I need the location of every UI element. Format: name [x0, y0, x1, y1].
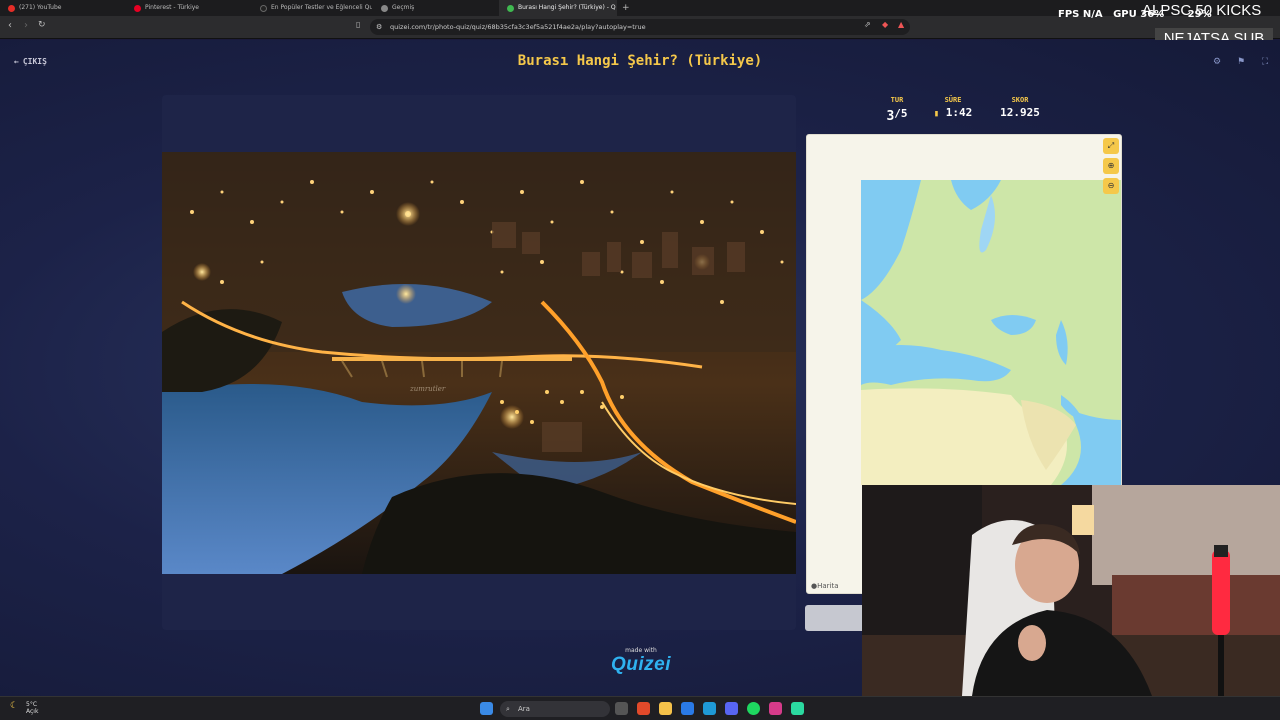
windows-taskbar: ☾ 5°C Açık ⌕ Ara — [0, 696, 1280, 720]
score-counter: SKOR 12.925 — [1000, 96, 1040, 119]
app-icon[interactable] — [791, 702, 804, 715]
spotify-icon[interactable] — [747, 702, 760, 715]
fullscreen-icon[interactable]: ⛶ — [1256, 54, 1274, 70]
bookmark-icon[interactable]: ▯ — [356, 20, 360, 29]
timer-icon: ▮ — [933, 109, 940, 119]
url-text: quizei.com/tr/photo-quiz/quiz/68b35cfa3c… — [390, 23, 646, 31]
quizei-icon — [507, 4, 514, 12]
arrow-left-icon: ← — [14, 57, 19, 66]
brave-shield-icon[interactable]: ◆ — [882, 20, 888, 29]
exit-button[interactable]: ← ÇIKIŞ — [14, 57, 47, 66]
time-counter: SÜRE ▮ 1:42 — [933, 96, 973, 119]
youtube-icon — [8, 4, 15, 12]
map-view[interactable] — [861, 180, 1121, 485]
round-counter: TUR 3/5 — [886, 96, 908, 124]
share-icon[interactable]: ⇗ — [864, 20, 871, 29]
pinterest-icon — [134, 4, 141, 12]
weather-widget[interactable]: ☾ 5°C Açık — [10, 701, 38, 715]
webcam-feed — [862, 485, 1280, 696]
start-icon[interactable] — [480, 702, 493, 715]
telegram-icon[interactable] — [703, 702, 716, 715]
moon-icon: ☾ — [10, 701, 19, 711]
reload-icon[interactable]: ↻ — [38, 20, 46, 30]
photo-watermark: zumrutler — [409, 385, 446, 393]
zoom-out-icon[interactable]: ⊖ — [1103, 178, 1119, 194]
quizei-logo: Quizei — [610, 654, 671, 675]
file-explorer-icon[interactable] — [659, 702, 672, 715]
tab-history[interactable]: Geçmiş — [373, 0, 498, 16]
photo-panel: zumrutler — [162, 95, 796, 630]
taskbar-search[interactable]: ⌕ Ara — [500, 701, 610, 717]
kicks-overlay: ALPSC 50 KICKS — [1142, 2, 1262, 19]
made-with-quizei[interactable]: made with Quizei — [600, 647, 682, 676]
brave-rewards-icon[interactable]: ▲ — [898, 20, 904, 29]
page-title: Burası Hangi Şehir? (Türkiye) — [517, 53, 763, 69]
back-icon[interactable]: ‹ — [8, 20, 12, 31]
address-bar[interactable]: ⚙ quizei.com/tr/photo-quiz/quiz/68b35cfa… — [370, 19, 910, 35]
expand-map-icon[interactable]: ⤢ — [1103, 138, 1119, 154]
tab-youtube[interactable]: (271) YouTube — [0, 0, 125, 16]
discord-icon[interactable] — [725, 702, 738, 715]
brave-taskbar-icon[interactable] — [637, 702, 650, 715]
mail-icon[interactable] — [681, 702, 694, 715]
site-info-icon[interactable]: ⚙ — [376, 19, 382, 35]
city-photo: zumrutler — [162, 152, 796, 574]
map-attribution: ●Harita — [811, 582, 839, 590]
zoom-in-icon[interactable]: ⊕ — [1103, 158, 1119, 174]
tab-active-quiz[interactable]: Burası Hangi Şehir? (Türkiye) - Q✕ — [499, 0, 617, 16]
new-tab-button[interactable]: + — [620, 0, 634, 16]
forward-icon[interactable]: › — [24, 20, 28, 31]
search-icon: ⌕ — [506, 705, 510, 713]
flag-icon[interactable]: ⚑ — [1232, 54, 1250, 70]
tab-quiz-list[interactable]: En Popüler Testler ve Eğlenceli Quizl — [252, 0, 372, 16]
task-view-icon[interactable] — [615, 702, 628, 715]
tab-pinterest[interactable]: Pinterest - Türkiye — [126, 0, 251, 16]
history-icon — [381, 4, 388, 12]
guess-button[interactable] — [805, 605, 865, 631]
site-icon — [260, 4, 267, 12]
instagram-icon[interactable] — [769, 702, 782, 715]
settings-icon[interactable]: ⚙ — [1208, 54, 1226, 70]
